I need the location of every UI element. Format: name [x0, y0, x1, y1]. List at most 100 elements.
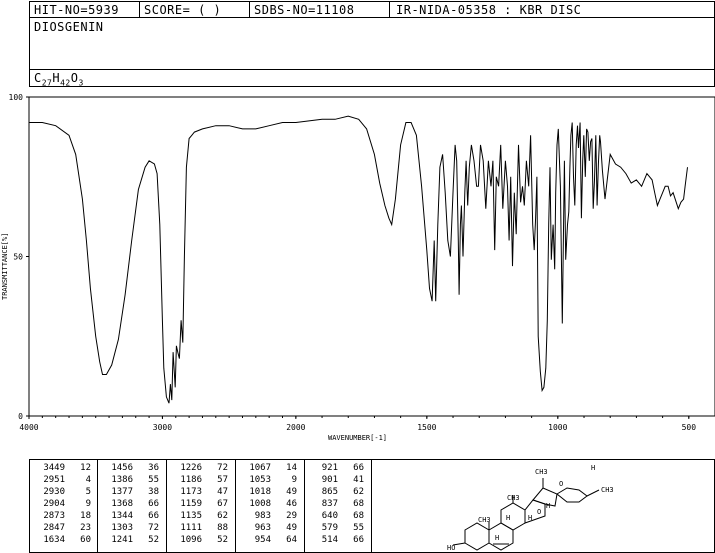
peak-wavenumber: 1368 [111, 499, 133, 509]
structure-h-3: H [506, 514, 510, 522]
x-tick-label: 3000 [153, 423, 172, 432]
peak-wavenumber: 1226 [180, 463, 202, 473]
peak-wavenumber: 1008 [249, 499, 271, 509]
structure-h-2: H [528, 514, 532, 522]
peak-row: 954 64 [243, 534, 297, 546]
peak-wavenumber: 1096 [180, 535, 202, 545]
peak-column: 1226 72 1186 57 1173 47 1159 67 1135 62 1111 88 1096… [174, 462, 228, 546]
peak-wavenumber: 1173 [180, 487, 202, 497]
peak-wavenumber: 1018 [249, 487, 271, 497]
peak-wavenumber: 3449 [43, 463, 65, 473]
x-axis-label: WAVENUMBER[-1] [328, 434, 387, 442]
peak-transmittance: 88 [217, 523, 228, 533]
peak-transmittance: 23 [80, 523, 91, 533]
peak-transmittance: 12 [80, 463, 91, 473]
peak-column: 1456 36 1386 55 1377 38 1368 66 1344 66 1303 72 1241… [105, 462, 159, 546]
peak-row: 2873 18 [37, 510, 91, 522]
structure-h-1: H [591, 464, 595, 472]
peak-row: 1053 9 [243, 474, 297, 486]
peak-wavenumber: 2930 [43, 487, 65, 497]
peak-row: 837 68 [310, 498, 364, 510]
structure-ch3-left: CH3 [478, 516, 491, 524]
peak-wavenumber: 837 [321, 499, 338, 509]
peak-transmittance: 38 [148, 487, 159, 497]
divider [166, 459, 167, 553]
peak-row: 2951 4 [37, 474, 91, 486]
peak-row: 1173 47 [174, 486, 228, 498]
x-tick-label: 2000 [286, 423, 305, 432]
peak-wavenumber: 1053 [249, 475, 271, 485]
peak-row: 1241 52 [105, 534, 159, 546]
peak-transmittance: 57 [217, 475, 228, 485]
peak-wavenumber: 640 [321, 511, 338, 521]
peak-transmittance: 66 [353, 535, 364, 545]
peak-transmittance: 62 [217, 511, 228, 521]
spectrum-line [29, 115, 688, 404]
peak-wavenumber: 983 [254, 511, 271, 521]
peak-transmittance: 52 [148, 535, 159, 545]
peak-wavenumber: 2904 [43, 499, 65, 509]
peak-transmittance: 66 [353, 463, 364, 473]
peak-transmittance: 4 [85, 475, 91, 485]
peak-transmittance: 18 [80, 511, 91, 521]
divider [371, 459, 372, 553]
peak-row: 963 49 [243, 522, 297, 534]
peak-wavenumber: 865 [321, 487, 338, 497]
peak-wavenumber: 1067 [249, 463, 271, 473]
peak-transmittance: 52 [217, 535, 228, 545]
y-tick-label: 50 [13, 253, 23, 262]
peak-row: 1135 62 [174, 510, 228, 522]
peak-wavenumber: 2847 [43, 523, 65, 533]
peak-row: 865 62 [310, 486, 364, 498]
peak-transmittance: 67 [217, 499, 228, 509]
structure-o-1: O [559, 480, 563, 488]
peak-row: 514 66 [310, 534, 364, 546]
peak-wavenumber: 954 [254, 535, 271, 545]
structure-h-5: H [546, 502, 550, 510]
peak-wavenumber: 1159 [180, 499, 202, 509]
peak-wavenumber: 579 [321, 523, 338, 533]
peak-wavenumber: 2873 [43, 511, 65, 521]
peak-transmittance: 66 [148, 511, 159, 521]
peak-row: 1634 60 [37, 534, 91, 546]
structure-ch3-mid: CH3 [507, 494, 520, 502]
peak-transmittance: 60 [80, 535, 91, 545]
peak-transmittance: 41 [353, 475, 364, 485]
peak-row: 1186 57 [174, 474, 228, 486]
peak-row: 1018 49 [243, 486, 297, 498]
x-tick-label: 1500 [417, 423, 436, 432]
peak-transmittance: 55 [148, 475, 159, 485]
peak-row: 921 66 [310, 462, 364, 474]
structure-ch3-top: CH3 [535, 468, 548, 476]
peak-wavenumber: 1634 [43, 535, 65, 545]
peak-row: 1377 38 [105, 486, 159, 498]
peak-wavenumber: 1135 [180, 511, 202, 521]
peak-transmittance: 72 [148, 523, 159, 533]
peak-wavenumber: 1241 [111, 535, 133, 545]
peak-column: 921 66 901 41 865 62 837 68 640 68 579 55 514 66 [310, 462, 364, 546]
peak-transmittance: 49 [286, 487, 297, 497]
peak-row: 1226 72 [174, 462, 228, 474]
ir-spectrum-chart: 0 50 100 4000 3000 2000 1500 1000 500 TRANSMITT… [1, 93, 715, 442]
peak-transmittance: 9 [85, 499, 91, 509]
peak-row: 3449 12 [37, 462, 91, 474]
peak-row: 1159 67 [174, 498, 228, 510]
y-tick-label: 100 [9, 93, 24, 102]
peak-wavenumber: 1303 [111, 523, 133, 533]
structure-methyl: CH3 [601, 486, 614, 494]
peak-wavenumber: 1186 [180, 475, 202, 485]
molecule-structure: CH3 CH3 CH3 H H H H H HO O O CH3 [447, 464, 614, 552]
peak-wavenumber: 514 [321, 535, 338, 545]
x-axis: 4000 3000 2000 1500 1000 500 [19, 416, 696, 432]
peak-column: 1067 14 1053 9 1018 49 1008 46 983 29 963 49 954 64 [243, 462, 297, 546]
x-tick-label: 4000 [19, 423, 38, 432]
peak-wavenumber: 1456 [111, 463, 133, 473]
peak-row: 2847 23 [37, 522, 91, 534]
peak-wavenumber: 1377 [111, 487, 133, 497]
peak-row: 1111 88 [174, 522, 228, 534]
y-axis: 0 50 100 [9, 93, 29, 421]
peak-transmittance: 66 [148, 499, 159, 509]
peak-row: 901 41 [310, 474, 364, 486]
peak-wavenumber: 1386 [111, 475, 133, 485]
y-tick-label: 0 [18, 412, 23, 421]
